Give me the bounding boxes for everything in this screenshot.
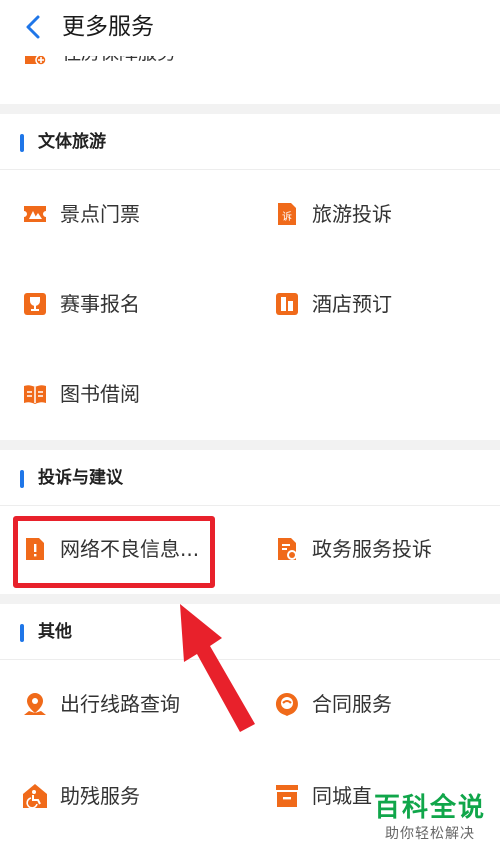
ticket-icon (24, 206, 46, 222)
top-bar: 更多服务 (0, 0, 500, 56)
service-item-label: 旅游投诉 (312, 202, 392, 226)
service-item-label: 合同服务 (312, 692, 392, 716)
service-item-hotel-booking[interactable]: 酒店预订 (274, 284, 392, 324)
page-title: 更多服务 (62, 14, 154, 40)
section-culture-tourism: 文体旅游 景点门票 诉 旅游投诉 赛事报名 酒店预订 图书借阅 (0, 114, 500, 440)
service-item-library-borrow[interactable]: 图书借阅 (22, 374, 140, 414)
service-item-travel-complaint[interactable]: 诉 旅游投诉 (274, 194, 392, 234)
section-accent-bar (20, 134, 24, 152)
section-title: 其他 (38, 622, 72, 642)
watermark-title: 百科全说 (373, 793, 486, 823)
section-accent-bar (20, 624, 24, 642)
service-item-label: 酒店预订 (312, 292, 392, 316)
section-header: 文体旅游 (0, 114, 500, 170)
service-item-disability-service[interactable]: 助残服务 (22, 776, 140, 816)
service-item-gov-service-complaint[interactable]: 政务服务投诉 (274, 529, 432, 569)
section-header: 投诉与建议 (0, 450, 500, 506)
house-icon (25, 56, 47, 66)
accessibility-icon (23, 784, 47, 809)
location-pin-icon (24, 693, 46, 715)
service-item-label: 赛事报名 (60, 292, 140, 316)
service-item-label: 政务服务投诉 (312, 537, 432, 561)
partial-item-label: 住房保障服务 (62, 56, 176, 68)
service-item-label: 图书借阅 (60, 382, 140, 406)
divider (0, 505, 500, 506)
section-accent-bar (20, 470, 24, 488)
service-item-contract-service[interactable]: 合同服务 (274, 684, 392, 724)
section-title: 投诉与建议 (38, 468, 123, 488)
delivery-box-icon (276, 785, 298, 807)
contract-icon (275, 693, 298, 716)
service-item-route-query[interactable]: 出行线路查询 (22, 684, 180, 724)
service-item-scenic-tickets[interactable]: 景点门票 (22, 194, 140, 234)
service-item-same-city[interactable]: 同城直 (274, 776, 372, 816)
section-title: 文体旅游 (38, 132, 106, 152)
service-item-event-registration[interactable]: 赛事报名 (22, 284, 140, 324)
back-arrow-icon[interactable] (18, 12, 48, 42)
service-item-label: 同城直 (312, 784, 372, 808)
hotel-icon (276, 293, 298, 315)
svg-text:诉: 诉 (282, 210, 292, 223)
complaint-doc-icon: 诉 (278, 203, 296, 225)
trophy-icon (24, 293, 46, 315)
annotation-arrow (180, 604, 255, 732)
watermark-subtitle: 助你轻松解决 (384, 826, 475, 842)
book-icon (24, 385, 46, 404)
watermark: 百科全说 助你轻松解决 (374, 791, 486, 843)
service-item-label: 景点门票 (60, 202, 140, 226)
gov-complaint-icon (278, 538, 297, 560)
highlight-box (13, 516, 215, 588)
divider (0, 169, 500, 170)
service-item-label: 助残服务 (60, 784, 140, 808)
partial-list-item[interactable]: 住房保障服务 (0, 56, 500, 104)
